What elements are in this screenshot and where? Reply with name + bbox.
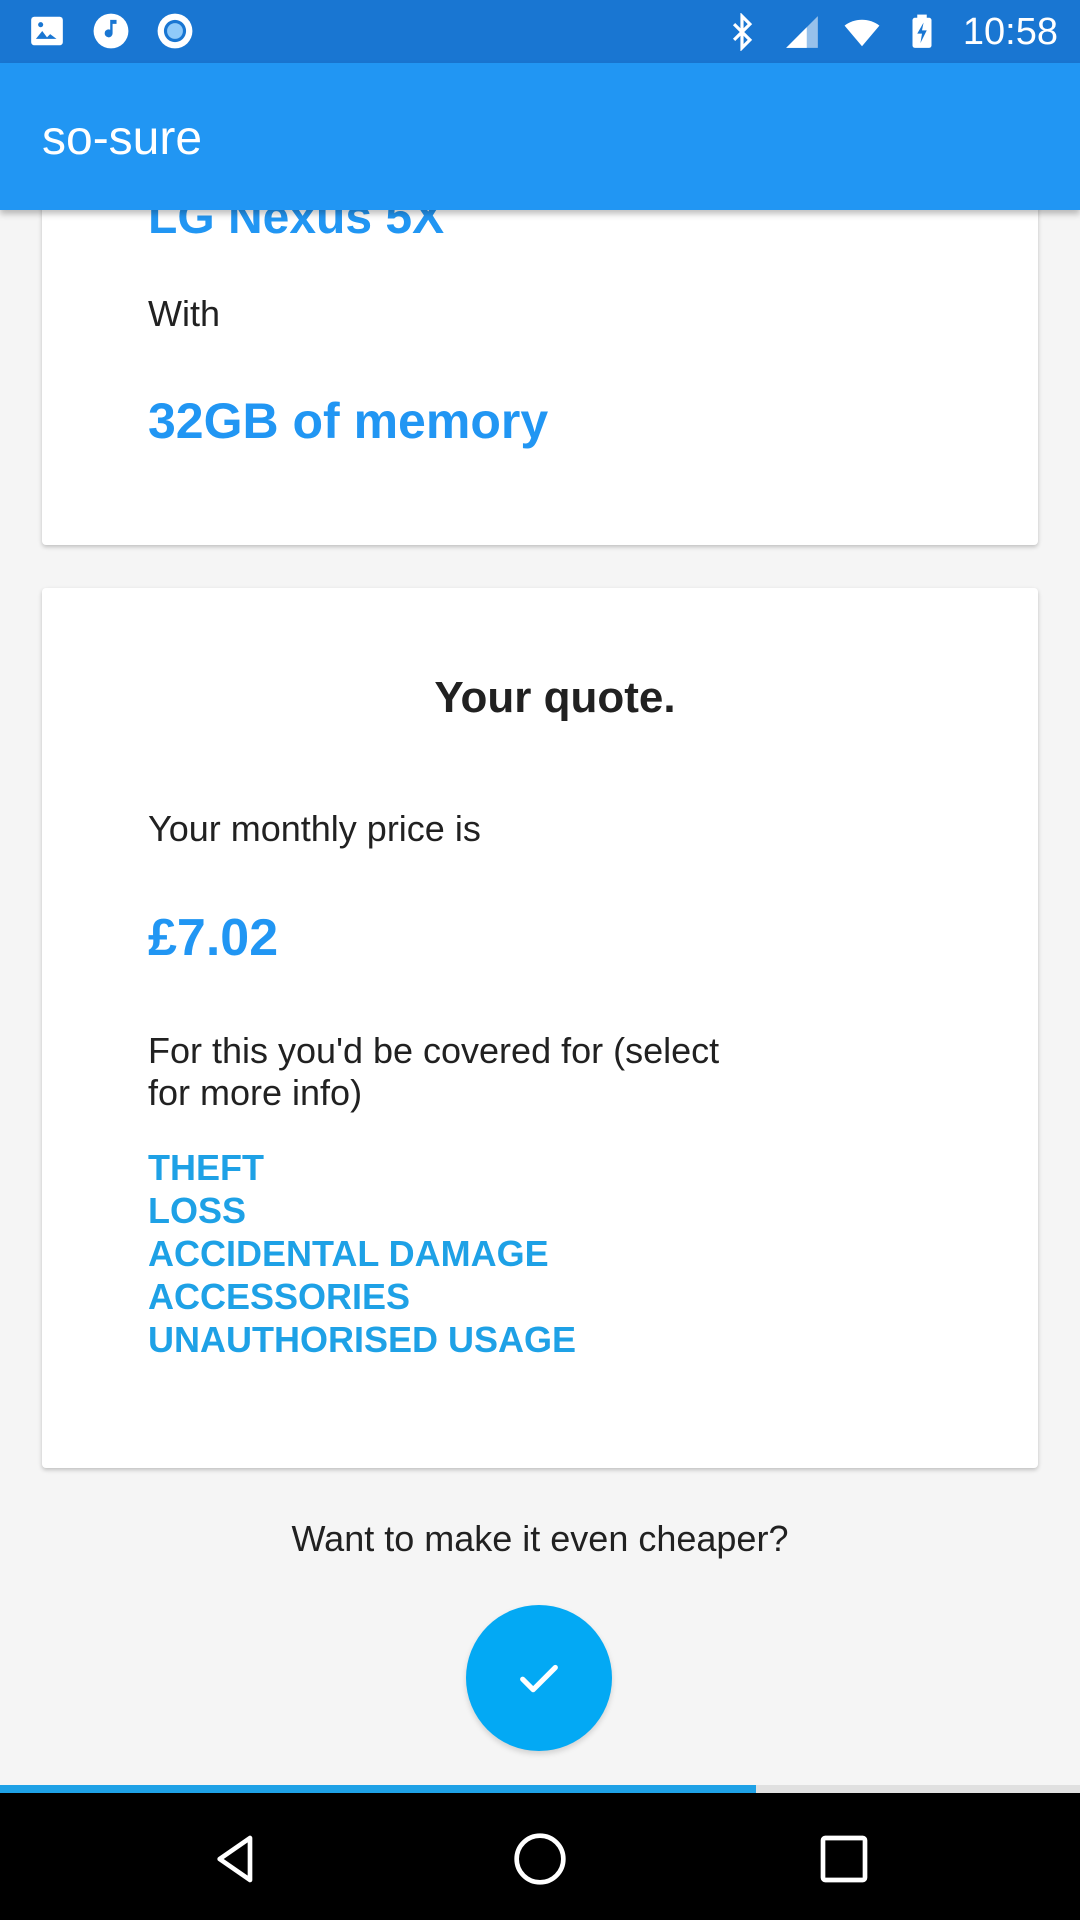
check-icon xyxy=(520,1664,558,1693)
device-name: LG Nexus 5X xyxy=(148,210,445,244)
progress-fill xyxy=(0,1785,756,1793)
music-icon xyxy=(93,13,129,49)
back-icon[interactable] xyxy=(208,1831,264,1887)
coverage-item-accessories[interactable]: ACCESSORIES xyxy=(148,1275,576,1318)
status-bar: 10:58 xyxy=(0,0,1080,63)
notification-icons xyxy=(28,12,194,50)
app-title: so-sure xyxy=(42,112,203,165)
navigation-bar xyxy=(0,1793,1080,1920)
coverage-item-loss[interactable]: LOSS xyxy=(148,1189,576,1232)
recents-icon[interactable] xyxy=(816,1831,872,1887)
coverage-item-unauthorised-usage[interactable]: UNAUTHORISED USAGE xyxy=(148,1318,576,1361)
monthly-price: £7.02 xyxy=(148,909,279,967)
battery-charging-icon xyxy=(912,14,932,48)
circle-app-icon xyxy=(157,13,193,49)
coverage-item-accidental-damage[interactable]: ACCIDENTAL DAMAGE xyxy=(148,1232,576,1275)
coverage-item-theft[interactable]: THEFT xyxy=(148,1146,576,1189)
bluetooth-icon xyxy=(732,13,753,51)
coverage-list: THEFT LOSS ACCIDENTAL DAMAGE ACCESSORIES… xyxy=(148,1146,576,1361)
app-bar: so-sure xyxy=(0,63,1080,210)
cheaper-prompt: Want to make it even cheaper? xyxy=(291,1518,789,1559)
scroll-content[interactable]: LG Nexus 5X With 32GB of memory Your quo… xyxy=(0,210,1080,1785)
signal-icon xyxy=(786,16,818,48)
with-label: With xyxy=(148,293,220,334)
coverage-label: For this you'd be covered for (select fo… xyxy=(148,1030,720,1113)
quote-title: Your quote. xyxy=(434,673,676,722)
device-card: LG Nexus 5X With 32GB of memory xyxy=(42,210,1038,545)
monthly-price-label: Your monthly price is xyxy=(148,808,481,849)
quote-card: Your quote. Your monthly price is £7.02 … xyxy=(42,588,1038,1468)
memory-value: 32GB of memory xyxy=(148,393,549,449)
confirm-button[interactable] xyxy=(466,1605,612,1751)
wifi-icon xyxy=(844,19,880,47)
home-icon[interactable] xyxy=(512,1831,568,1887)
progress-bar xyxy=(0,1785,1080,1793)
image-icon xyxy=(31,16,63,46)
clock: 10:58 xyxy=(962,11,1058,53)
system-icons: 10:58 xyxy=(723,10,1058,54)
